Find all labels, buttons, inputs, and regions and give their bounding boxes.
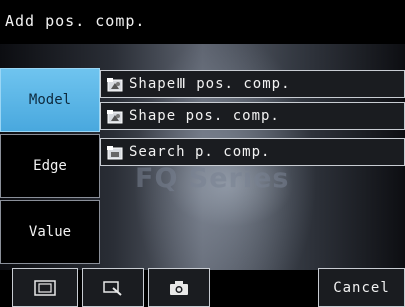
- frame-icon: [34, 279, 56, 296]
- screen: FQ Series Add pos. comp. Model Edge Valu…: [0, 0, 405, 307]
- menu-item-label: Shape pos. comp.: [129, 108, 280, 124]
- tab-value[interactable]: Value: [0, 200, 100, 264]
- frame-button[interactable]: [12, 268, 78, 307]
- tab-label: Model: [28, 92, 72, 108]
- menu-item-search-p-comp[interactable]: Search p. comp.: [100, 138, 405, 166]
- tab-edge[interactable]: Edge: [0, 134, 100, 198]
- camera-icon: [170, 280, 188, 295]
- tab-label: Value: [28, 224, 72, 240]
- shape-model-icon: [107, 110, 123, 124]
- capture-button[interactable]: [148, 268, 210, 307]
- background-watermark: FQ Series: [135, 163, 290, 194]
- menu-item-label: Search p. comp.: [129, 144, 271, 160]
- shape-model-icon: [107, 78, 123, 92]
- title-bar: Add pos. comp.: [0, 0, 405, 44]
- search-model-icon: [107, 146, 123, 160]
- tab-label: Edge: [33, 158, 67, 174]
- page-title: Add pos. comp.: [5, 12, 146, 30]
- tab-model[interactable]: Model: [0, 68, 100, 132]
- menu-item-label: ShapeⅢ pos. comp.: [129, 76, 291, 92]
- menu-item-shape3-pos-comp[interactable]: ShapeⅢ pos. comp.: [100, 70, 405, 98]
- cancel-button[interactable]: Cancel: [318, 268, 405, 307]
- zoom-button[interactable]: [82, 268, 144, 307]
- zoom-icon: [103, 280, 122, 296]
- menu-item-shape-pos-comp[interactable]: Shape pos. comp.: [100, 102, 405, 130]
